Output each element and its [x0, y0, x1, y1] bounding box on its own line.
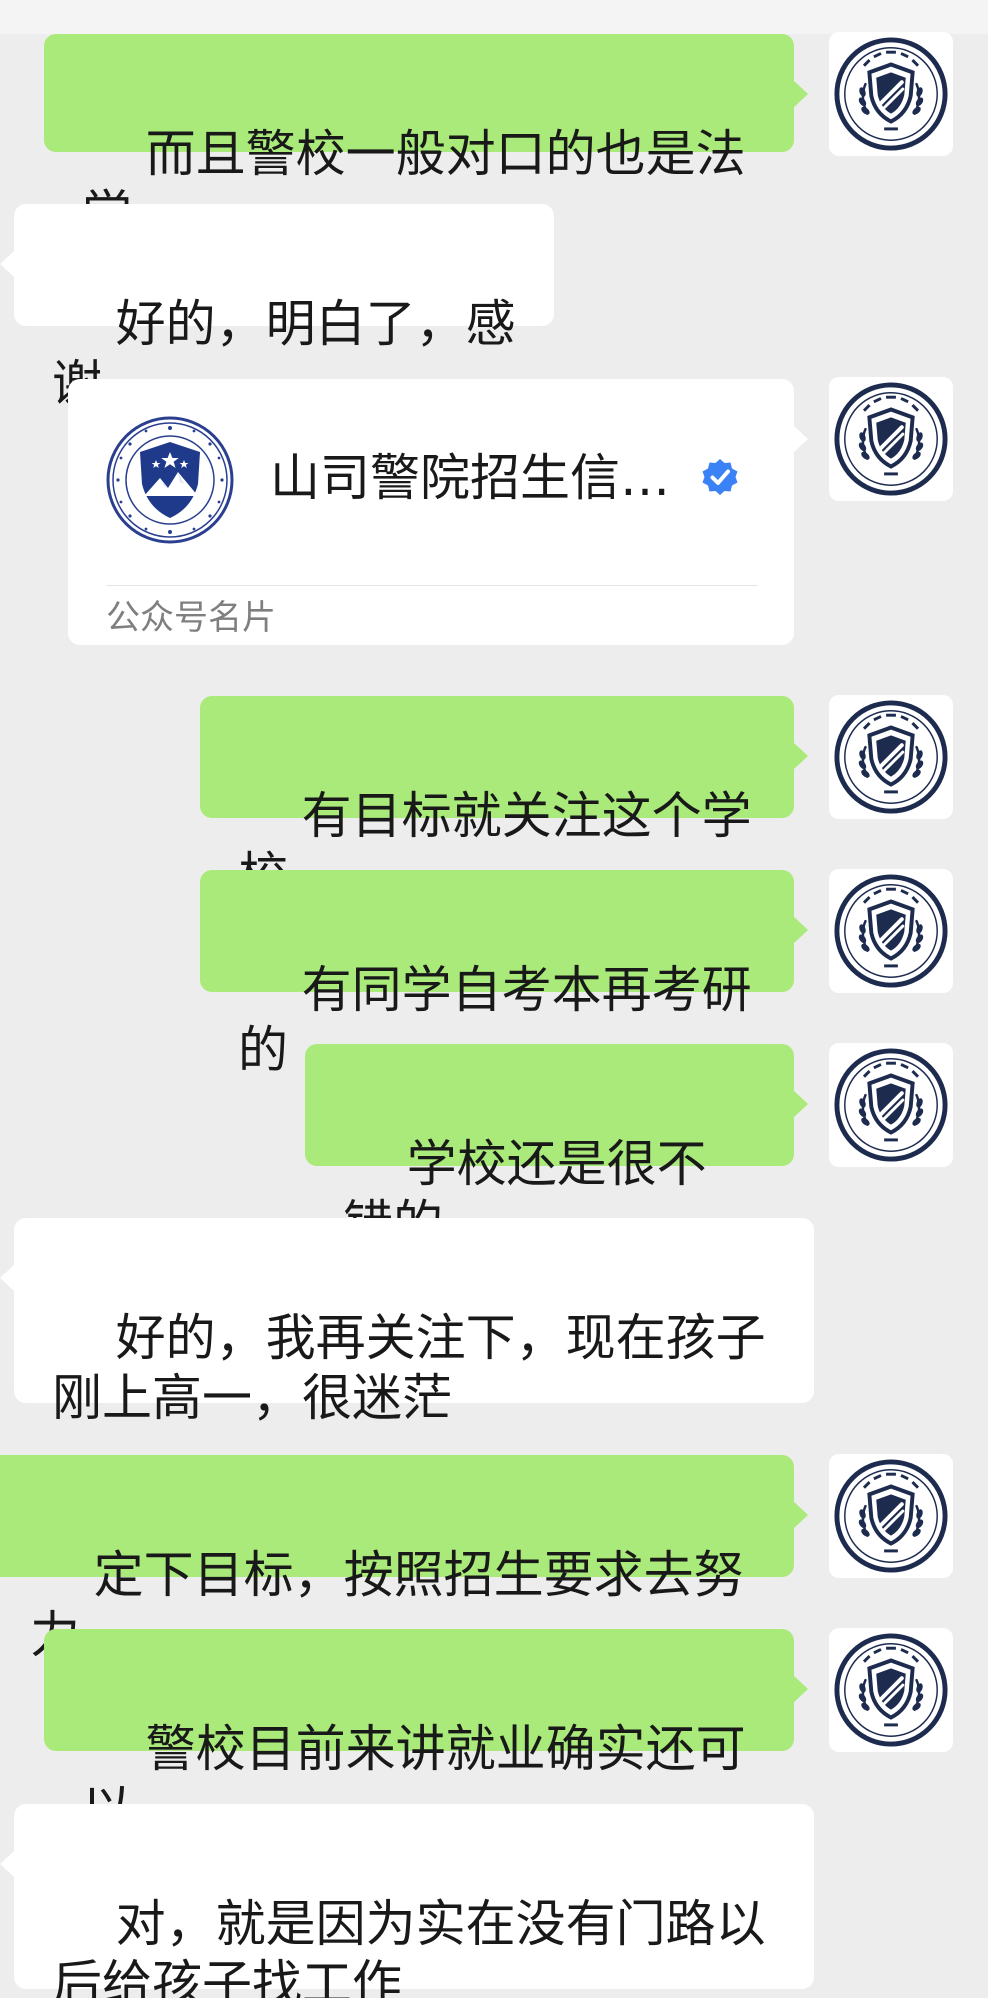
avatar[interactable]: [829, 377, 953, 501]
message-text: 好的，我再关注下，现在孩子刚上高一，很迷茫: [52, 1309, 766, 1427]
college-seal-logo-icon: [106, 416, 234, 544]
message-bubble-other[interactable]: 好的，我再关注下，现在孩子刚上高一，很迷茫: [0, 1218, 814, 1427]
message-bubble-self[interactable]: 有同学自考本再考研的: [200, 870, 808, 1079]
police-shield-badge-icon: [832, 380, 950, 498]
card-type-label: 公众号名片: [106, 598, 276, 638]
message-bubble-self[interactable]: 而且警校一般对口的也是法学: [44, 34, 808, 243]
message-text: 对，就是因为实在没有门路以后给孩子找工作: [52, 1895, 766, 1998]
avatar[interactable]: [829, 32, 953, 156]
chat-window: 而且警校一般对口的也是法学 好的，明白了，感谢: [0, 0, 988, 1998]
police-shield-badge-icon: [832, 698, 950, 816]
official-account-card[interactable]: 山司警院招生信… 公众号名片: [68, 379, 808, 645]
card-divider: [106, 585, 758, 586]
avatar[interactable]: [829, 695, 953, 819]
police-shield-badge-icon: [832, 1631, 950, 1749]
police-shield-badge-icon: [832, 1046, 950, 1164]
avatar[interactable]: [829, 869, 953, 993]
message-bubble-other[interactable]: 对，就是因为实在没有门路以后给孩子找工作: [0, 1804, 814, 1998]
message-bubble-self[interactable]: 有目标就关注这个学校: [200, 696, 808, 905]
message-bubble-other[interactable]: 好的，明白了，感谢: [0, 204, 554, 413]
message-bubble-self[interactable]: 警校目前来讲就业确实还可以: [44, 1629, 808, 1838]
account-name: 山司警院招生信…: [270, 449, 670, 507]
police-shield-badge-icon: [832, 35, 950, 153]
avatar[interactable]: [829, 1454, 953, 1578]
avatar[interactable]: [829, 1628, 953, 1752]
top-bar-edge: [0, 0, 988, 34]
message-bubble-self[interactable]: 定下目标，按照招生要求去努力: [0, 1455, 808, 1664]
police-shield-badge-icon: [832, 1457, 950, 1575]
message-bubble-self[interactable]: 学校还是很不错的: [305, 1044, 808, 1253]
verified-check-icon: [702, 459, 738, 495]
avatar[interactable]: [829, 1043, 953, 1167]
police-shield-badge-icon: [832, 872, 950, 990]
